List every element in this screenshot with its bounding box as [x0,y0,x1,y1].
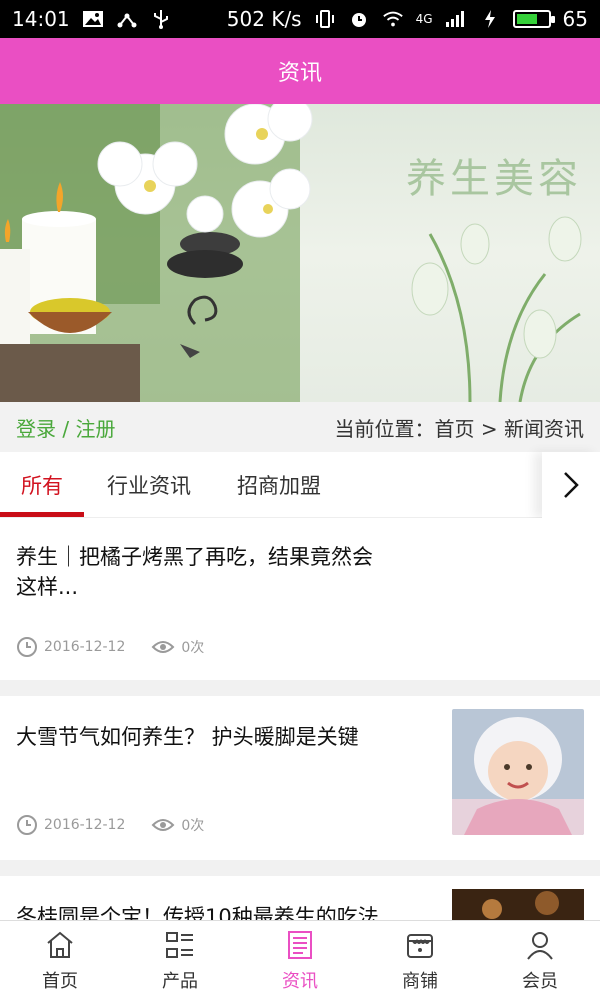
app-screen: 14:01 502 K/s 4G 65 资讯 养生美容 登录 / 注册 当前位置… [0,0,600,1000]
chevron-right-icon [564,472,579,498]
article-item[interactable]: 大雪节气如何养生？ 护头暖脚是关键 2016-12-12 0次 [0,696,600,860]
page-header: 资讯 [0,38,600,104]
status-right: 502 K/s 4G 65 [227,7,588,31]
nav-home[interactable]: 首页 [0,921,120,1000]
article-meta: 2016-12-12 0次 [16,814,204,836]
nav-label: 首页 [42,970,78,992]
clock-icon [17,637,37,657]
status-bar: 14:01 502 K/s 4G 65 [0,0,600,38]
tab-industry-news[interactable]: 行业资讯 [84,452,214,518]
tab-franchise[interactable]: 招商加盟 [214,452,344,518]
signal-type: 4G [415,12,433,26]
tab-label: 所有 [21,474,63,498]
article-meta: 2016-12-12 0次 [16,636,204,658]
nav-news[interactable]: 资讯 [240,921,360,1000]
alarm-icon [348,10,370,28]
article-thumbnail [452,709,584,835]
status-left: 14:01 [12,7,172,31]
article-title-line: 大雪节气如何养生？ 护头暖脚是关键 [16,725,359,749]
article-thumbnail [452,889,584,920]
charging-icon [479,10,501,28]
nav-store[interactable]: 商铺 [360,921,480,1000]
longan-photo [452,889,584,920]
clock-icon [17,815,37,835]
category-tabs: 所有 行业资讯 招商加盟 [0,452,600,518]
eye-icon [151,641,175,653]
nav-label: 产品 [162,970,198,992]
article-date: 2016-12-12 [44,639,126,655]
nav-label: 资讯 [282,970,318,992]
news-icon [284,929,316,961]
eye-icon [151,819,175,831]
wifi-icon [382,10,404,28]
page-title: 资讯 [277,61,322,86]
usb-icon [150,10,172,29]
store-icon [404,929,436,961]
article-views: 0次 [181,818,205,834]
location-row: 登录 / 注册 当前位置：首页 > 新闻资讯 [0,402,600,452]
cell-signal-icon [445,10,467,28]
home-icon [44,929,76,961]
image-icon [82,10,104,28]
article-item[interactable]: 冬桂圆是个宝！传授10种最养生的吃法 [0,876,600,920]
article-title: 大雪节气如何养生？ 护头暖脚是关键 [16,722,359,752]
article-views: 0次 [181,640,205,656]
member-icon [524,929,556,961]
share-icon [116,10,138,28]
tab-label: 行业资讯 [107,474,191,498]
banner-title: 养生美容 [406,156,582,201]
article-title-line: 养生｜把橘子烤黑了再吃，结果竟然会 [16,545,373,569]
article-list: 养生｜把橘子烤黑了再吃，结果竟然会 这样... 2016-12-12 0次 大雪… [0,518,600,920]
article-item[interactable]: 养生｜把橘子烤黑了再吃，结果竟然会 这样... 2016-12-12 0次 [0,518,600,680]
article-title-line: 这样... [16,575,79,599]
battery-icon [512,10,555,28]
tabs-more-arrow[interactable] [542,452,600,518]
article-title: 冬桂圆是个宝！传授10种最养生的吃法 [16,902,379,920]
active-tab-underline [0,512,84,517]
vibrate-icon [314,10,336,28]
bottom-nav: 首页 产品 资讯 商铺 会员 [0,920,600,1000]
banner-image[interactable]: 养生美容 [0,104,600,402]
article-title-line: 冬桂圆是个宝！传授10种最养生的吃法 [16,905,379,920]
article-title: 养生｜把橘子烤黑了再吃，结果竟然会 这样... [16,542,373,602]
breadcrumb: 当前位置：首页 > 新闻资讯 [334,416,584,441]
battery-level: 65 [562,7,588,31]
status-time: 14:01 [12,7,70,31]
product-grid-icon [164,929,196,961]
nav-label: 会员 [522,970,558,992]
article-date: 2016-12-12 [44,817,126,833]
login-register-link[interactable]: 登录 / 注册 [16,413,115,442]
tab-all[interactable]: 所有 [0,452,84,518]
child-in-snow-photo [452,709,584,835]
network-speed: 502 K/s [226,7,302,31]
tab-label: 招商加盟 [237,474,321,498]
nav-products[interactable]: 产品 [120,921,240,1000]
nav-member[interactable]: 会员 [480,921,600,1000]
nav-label: 商铺 [402,970,438,992]
